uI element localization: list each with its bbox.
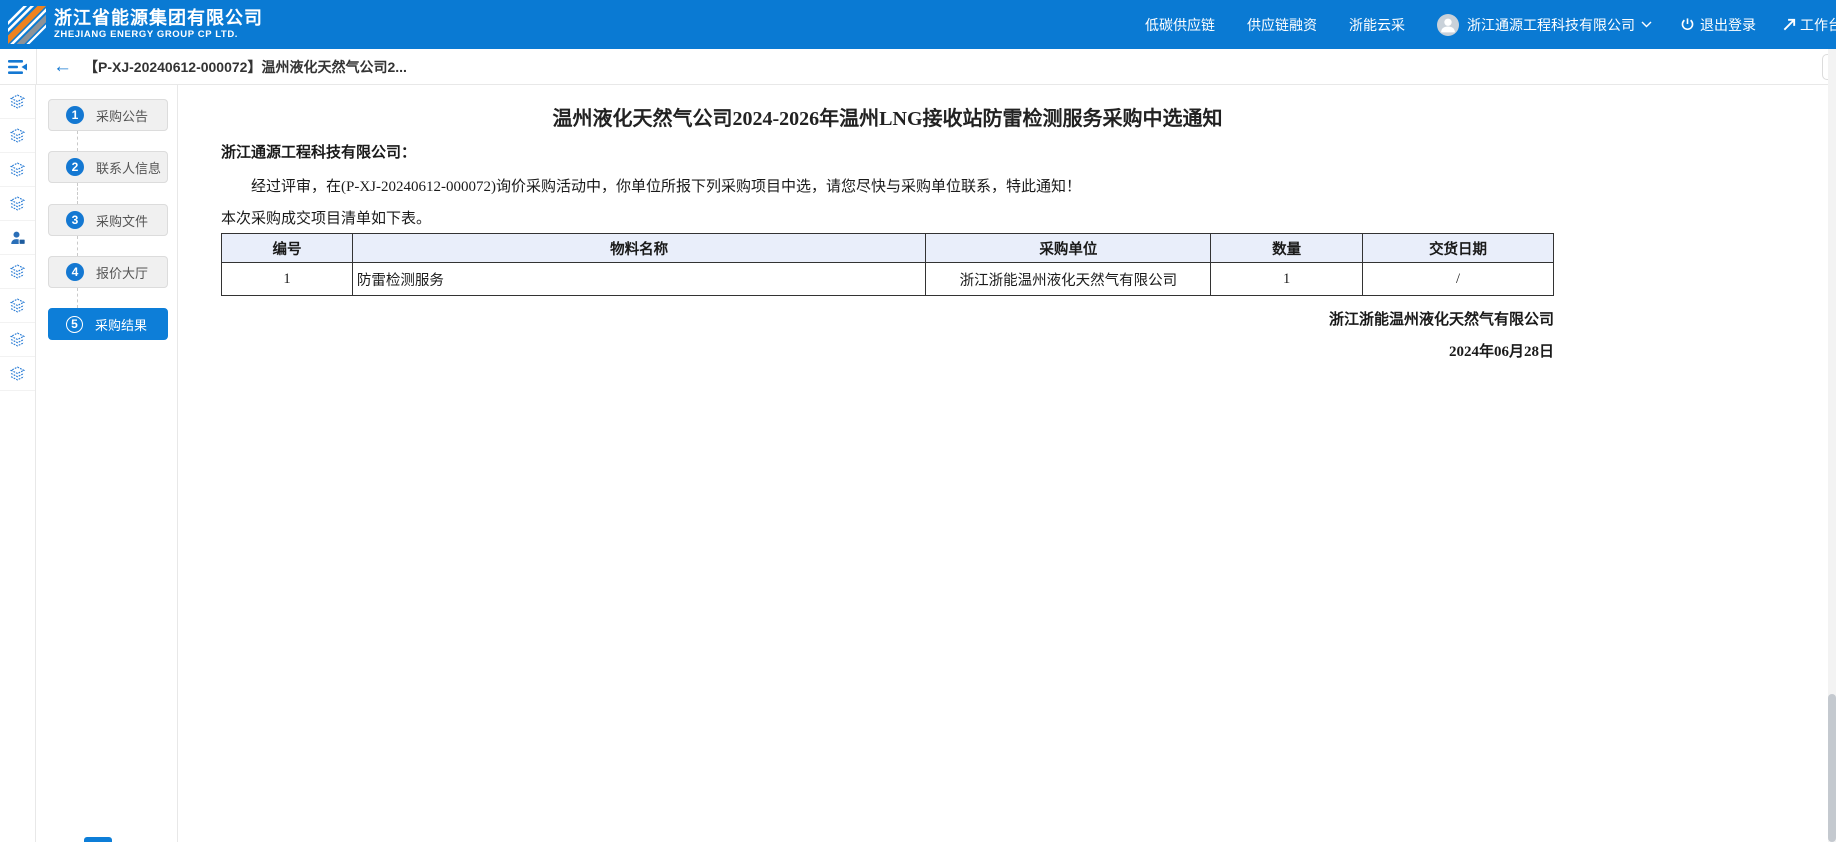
award-notice-document: 温州液化天然气公司2024-2026年温州LNG接收站防雷检测服务采购中选通知 …	[221, 86, 1554, 842]
table-intro-text: 本次采购成交项目清单如下表。	[221, 207, 431, 228]
rail-item-5[interactable]	[0, 221, 35, 255]
workbench-link[interactable]: 工作台	[1782, 15, 1836, 35]
back-button[interactable]: ←	[53, 57, 72, 76]
scrollbar-thumb[interactable]	[1828, 694, 1836, 842]
breadcrumb-title: 【P-XJ-20240612-000072】温州液化天然气公司2...	[84, 57, 407, 77]
column-header-delivery-date: 交货日期	[1363, 234, 1554, 263]
layers-icon	[9, 297, 26, 314]
step-number-badge: 2	[66, 158, 84, 176]
process-steps-panel: 1 采购公告 2 联系人信息 3 采购文件 4 报价大厅 5 采购结果	[36, 85, 178, 842]
step-connector	[77, 236, 78, 256]
rail-item-1[interactable]	[0, 85, 35, 119]
top-nav: 低碳供应链 供应链融资 浙能云采 浙江通源工程科技有限公司 退出登录	[1145, 14, 1836, 36]
sidebar-collapse-button[interactable]	[0, 59, 36, 75]
layers-icon	[9, 161, 26, 178]
layers-icon	[9, 93, 26, 110]
step-number-badge: 3	[66, 211, 84, 229]
table-header-row: 编号 物料名称 采购单位 数量 交货日期	[222, 234, 1554, 263]
rail-item-3[interactable]	[0, 153, 35, 187]
cutoff-element	[84, 837, 112, 842]
logout-label: 退出登录	[1700, 15, 1756, 35]
step-procurement-result[interactable]: 5 采购结果	[48, 308, 168, 340]
cell-no: 1	[222, 263, 353, 296]
cell-delivery-date: /	[1363, 263, 1554, 296]
cell-material: 防雷检测服务	[352, 263, 926, 296]
column-header-material: 物料名称	[352, 234, 926, 263]
step-connector	[77, 183, 78, 204]
user-avatar-icon	[1437, 14, 1459, 36]
notice-body-paragraph: 经过评审，在(P-XJ-20240612-000072)询价采购活动中，你单位所…	[221, 175, 1554, 196]
layers-icon	[9, 195, 26, 212]
signature-date: 2024年06月28日	[1449, 340, 1554, 361]
rail-item-9[interactable]	[0, 357, 35, 391]
notice-addressee: 浙江通源工程科技有限公司：	[221, 141, 416, 162]
top-header: 浙江省能源集团有限公司 ZHEJIANG ENERGY GROUP CP LTD…	[0, 0, 1836, 49]
step-procurement-announcement[interactable]: 1 采购公告	[48, 99, 168, 131]
rail-item-6[interactable]	[0, 255, 35, 289]
cell-purchaser: 浙江浙能温州液化天然气有限公司	[926, 263, 1211, 296]
table-row: 1 防雷检测服务 浙江浙能温州液化天然气有限公司 1 /	[222, 263, 1554, 296]
rail-item-8[interactable]	[0, 323, 35, 357]
step-connector	[77, 288, 78, 308]
power-icon	[1680, 17, 1695, 32]
workbench-label: 工作台	[1800, 15, 1836, 35]
step-procurement-documents[interactable]: 3 采购文件	[48, 204, 168, 236]
logout-button[interactable]: 退出登录	[1680, 15, 1756, 35]
step-number-badge: 5	[66, 316, 83, 333]
step-number-badge: 4	[66, 263, 84, 281]
cell-quantity: 1	[1211, 263, 1363, 296]
column-header-purchaser: 采购单位	[926, 234, 1211, 263]
company-name-en: ZHEJIANG ENERGY GROUP CP LTD.	[54, 28, 263, 41]
nav-low-carbon-supply-chain[interactable]: 低碳供应链	[1145, 15, 1215, 35]
user-account-menu[interactable]: 浙江通源工程科技有限公司	[1437, 14, 1652, 36]
jump-arrow-icon	[1782, 17, 1797, 32]
column-header-no: 编号	[222, 234, 353, 263]
layers-icon	[9, 331, 26, 348]
user-company-name: 浙江通源工程科技有限公司	[1467, 15, 1635, 35]
divider	[36, 49, 37, 85]
step-connector	[77, 131, 78, 151]
step-number-badge: 1	[66, 106, 84, 124]
signature-company: 浙江浙能温州液化天然气有限公司	[1329, 308, 1554, 329]
user-badge-icon	[9, 229, 27, 247]
chevron-down-icon	[1641, 21, 1652, 28]
layers-icon	[9, 263, 26, 280]
icon-rail	[0, 85, 36, 842]
rail-item-2[interactable]	[0, 119, 35, 153]
rail-item-4[interactable]	[0, 187, 35, 221]
notice-title: 温州液化天然气公司2024-2026年温州LNG接收站防雷检测服务采购中选通知	[221, 102, 1554, 131]
breadcrumb-bar: ← 【P-XJ-20240612-000072】温州液化天然气公司2...	[0, 49, 1836, 85]
layers-icon	[9, 365, 26, 382]
nav-supply-chain-finance[interactable]: 供应链融资	[1247, 15, 1317, 35]
step-contact-info[interactable]: 2 联系人信息	[48, 151, 168, 183]
vertical-scrollbar[interactable]	[1828, 49, 1836, 842]
nav-zheneng-cloud-procurement[interactable]: 浙能云采	[1349, 15, 1405, 35]
step-quotation-hall[interactable]: 4 报价大厅	[48, 256, 168, 288]
company-name-cn: 浙江省能源集团有限公司	[54, 8, 263, 28]
main-content: 温州液化天然气公司2024-2026年温州LNG接收站防雷检测服务采购中选通知 …	[179, 86, 1828, 842]
collapse-menu-icon	[8, 59, 28, 75]
layers-icon	[9, 127, 26, 144]
column-header-quantity: 数量	[1211, 234, 1363, 263]
rail-item-7[interactable]	[0, 289, 35, 323]
company-logo: 浙江省能源集团有限公司 ZHEJIANG ENERGY GROUP CP LTD…	[8, 6, 263, 44]
company-logo-icon	[8, 6, 46, 44]
award-items-table: 编号 物料名称 采购单位 数量 交货日期 1 防雷检测服务 浙江浙能温州液化天然…	[221, 233, 1554, 296]
